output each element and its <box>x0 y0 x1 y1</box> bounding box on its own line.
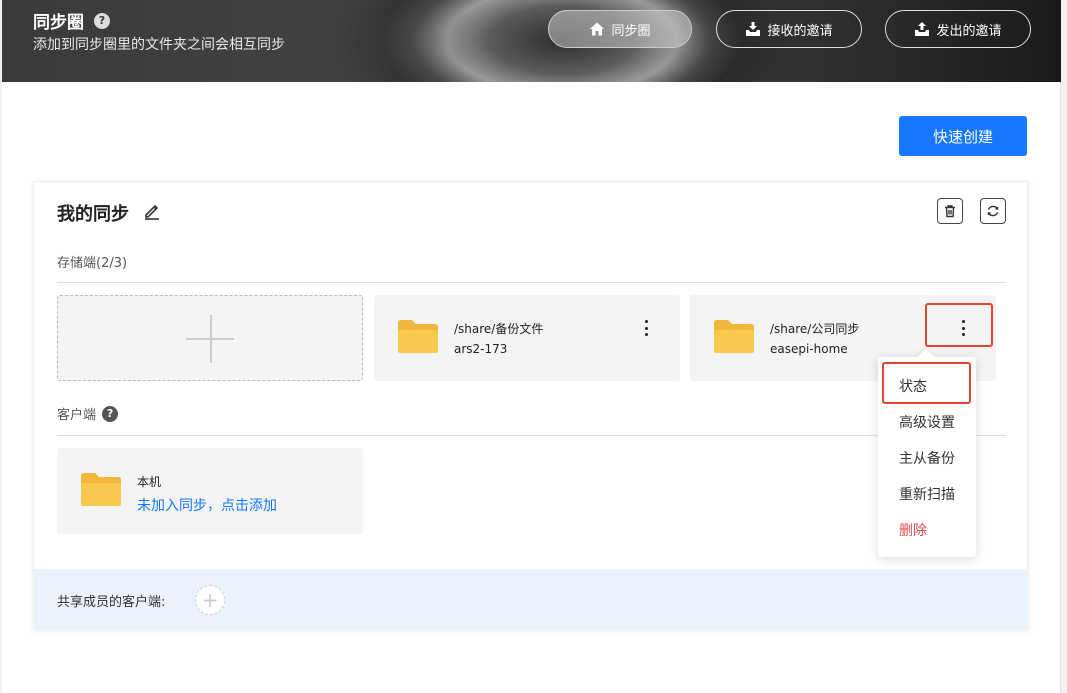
add-storage-tile[interactable] <box>57 295 363 381</box>
delete-button[interactable] <box>937 198 963 224</box>
client-section-text: 客户端 <box>57 408 97 423</box>
trash-icon <box>945 205 955 218</box>
menu-item-master-backup[interactable]: 主从备份 <box>899 448 955 468</box>
storage-divider <box>57 282 1006 283</box>
client-section-label: 客户端 ? <box>57 404 119 423</box>
highlight-box <box>882 362 971 404</box>
refresh-icon <box>987 205 999 217</box>
inbox-download-icon <box>746 22 761 36</box>
menu-item-rescan[interactable]: 重新扫描 <box>899 484 955 504</box>
inbox-upload-icon <box>915 22 930 36</box>
edit-icon[interactable] <box>143 202 161 225</box>
add-member-button[interactable]: + <box>195 585 225 615</box>
storage-device: ars2-173 <box>454 342 508 356</box>
header-banner: 同步圈 ? 添加到同步圈里的文件夹之间会相互同步 同步圈 接收的邀请 发出的邀请 <box>2 0 1061 82</box>
tab-sync-circle-label: 同步圈 <box>611 23 651 39</box>
storage-device: easepi-home <box>770 342 848 356</box>
folder-icon <box>714 320 754 353</box>
client-add-link[interactable]: 未加入同步，点击添加 <box>137 495 277 515</box>
tab-sent-invites[interactable]: 发出的邀请 <box>885 10 1031 48</box>
tab-sync-circle[interactable]: 同步圈 <box>548 10 692 48</box>
share-members-label: 共享成员的客户端: <box>57 595 166 610</box>
card-title-text: 我的同步 <box>57 204 129 225</box>
help-icon[interactable]: ? <box>102 405 119 422</box>
page-title: 同步圈 ? <box>33 8 110 33</box>
folder-icon <box>398 320 438 353</box>
refresh-button[interactable] <box>980 198 1006 224</box>
page-title-text: 同步圈 <box>33 13 84 33</box>
quick-create-button[interactable]: 快速创建 <box>899 116 1027 156</box>
app-frame: 同步圈 ? 添加到同步圈里的文件夹之间会相互同步 同步圈 接收的邀请 发出的邀请… <box>2 0 1061 693</box>
tab-received-invites[interactable]: 接收的邀请 <box>716 10 862 48</box>
tab-received-invites-label: 接收的邀请 <box>767 23 833 39</box>
page-subtitle: 添加到同步圈里的文件夹之间会相互同步 <box>33 37 285 53</box>
home-icon <box>590 22 605 36</box>
client-name: 本机 <box>137 475 162 489</box>
storage-section-label: 存储端(2/3) <box>57 256 128 271</box>
folder-icon <box>81 473 121 506</box>
card-title: 我的同步 <box>57 200 161 226</box>
highlight-box <box>925 303 993 347</box>
menu-item-advanced-settings[interactable]: 高级设置 <box>899 412 955 432</box>
storage-tile[interactable]: /share/备份文件 ars2-173 <box>374 295 680 381</box>
help-icon[interactable]: ? <box>94 12 110 29</box>
storage-path: /share/公司同步 <box>770 322 860 336</box>
client-divider <box>57 435 1006 436</box>
more-icon[interactable] <box>640 319 652 337</box>
menu-item-delete[interactable]: 删除 <box>899 520 927 540</box>
share-members-bar: 共享成员的客户端: + <box>34 569 1027 630</box>
storage-path: /share/备份文件 <box>454 322 544 336</box>
tab-sent-invites-label: 发出的邀请 <box>936 23 1002 39</box>
client-tile[interactable]: 本机 未加入同步，点击添加 <box>57 448 363 534</box>
